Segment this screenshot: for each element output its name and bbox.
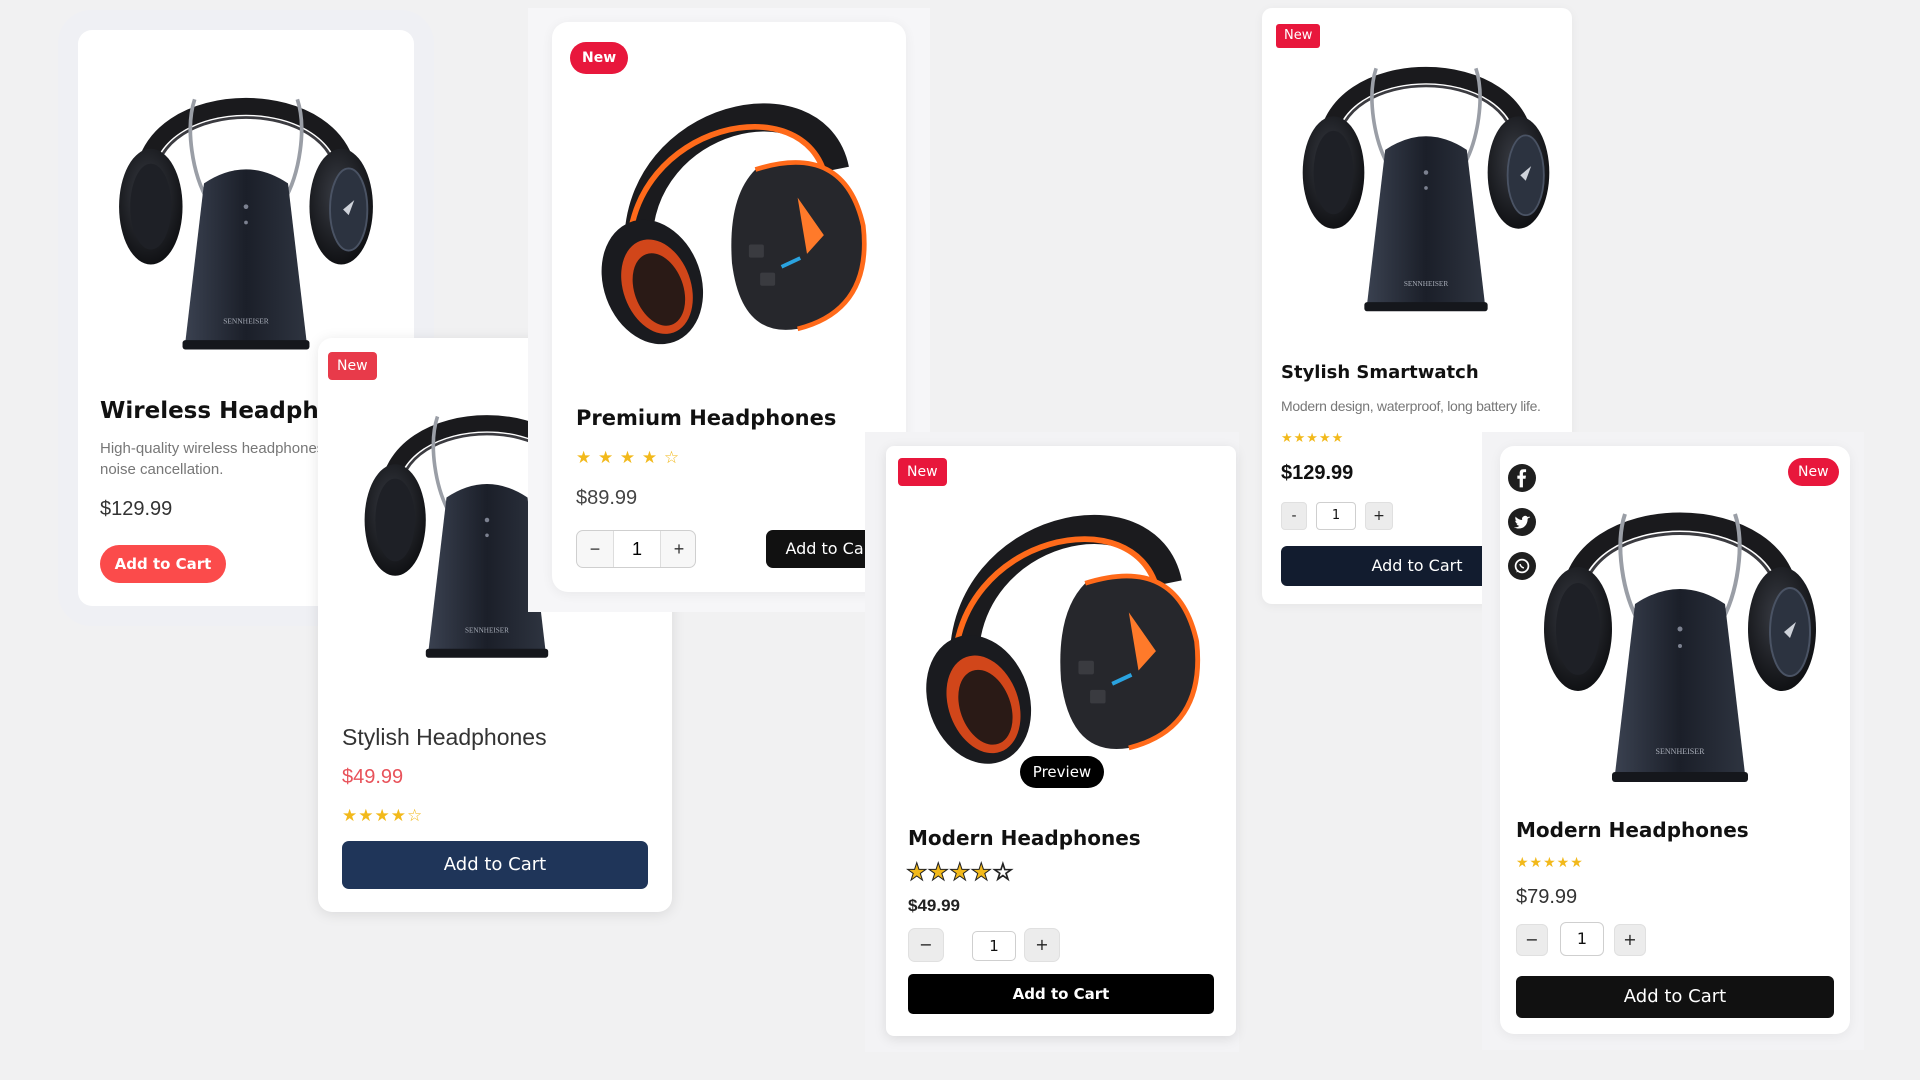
product-title: Modern Headphones xyxy=(1516,818,1749,842)
headphones-image xyxy=(1290,8,1562,328)
decrease-button[interactable]: - xyxy=(1281,502,1307,530)
add-to-cart-button[interactable]: Add to Cart xyxy=(342,841,648,889)
quantity-input[interactable]: 1 xyxy=(972,931,1016,961)
star-rating: ★★★★★ xyxy=(1281,430,1345,445)
product-price: $79.99 xyxy=(1516,886,1578,908)
new-badge: New xyxy=(570,42,629,74)
headphones-image xyxy=(1530,446,1830,802)
headphones-image xyxy=(906,452,1216,792)
new-badge: New xyxy=(898,458,947,486)
product-price: $129.99 xyxy=(1281,462,1354,484)
add-to-cart-button[interactable]: Add to Cart xyxy=(100,545,226,583)
product-description: Modern design, waterproof, long battery … xyxy=(1281,398,1541,414)
quantity-stepper: − 1 + xyxy=(576,530,696,568)
product-title: Stylish Headphones xyxy=(342,724,547,750)
new-badge: New xyxy=(328,352,377,380)
product-card-modern-2: New Modern Headphones ★★★★★ $79.99 − 1 +… xyxy=(1500,446,1850,1034)
preview-button[interactable]: Preview xyxy=(1020,756,1104,788)
star-rating: ★★★★★ xyxy=(1516,854,1584,870)
decrease-button[interactable]: − xyxy=(1516,924,1548,956)
star-rating: ★★★★☆ xyxy=(342,806,424,825)
headphones-image xyxy=(582,42,882,372)
product-price: $129.99 xyxy=(100,498,173,520)
new-badge: New xyxy=(1788,458,1839,486)
increase-button[interactable]: + xyxy=(661,531,697,567)
product-card-premium: New Premium Headphones ★ ★ ★ ★ ☆ $89.99 … xyxy=(552,22,906,592)
product-price: $49.99 xyxy=(342,766,404,788)
product-title: Modern Headphones xyxy=(908,826,1141,850)
whatsapp-icon[interactable] xyxy=(1508,552,1536,580)
decrease-button[interactable]: − xyxy=(908,928,944,962)
decrease-button[interactable]: − xyxy=(577,531,613,567)
increase-button[interactable]: + xyxy=(1614,924,1646,956)
star-rating: ★ ★ ★ ★ ☆ xyxy=(576,448,681,467)
headphones-image xyxy=(106,32,386,372)
quantity-input[interactable]: 1 xyxy=(1560,922,1604,956)
new-badge: New xyxy=(1276,24,1321,48)
star-rating: ★★★★☆ xyxy=(906,859,1015,887)
increase-button[interactable]: + xyxy=(1024,928,1060,962)
twitter-icon[interactable] xyxy=(1508,508,1536,536)
increase-button[interactable]: + xyxy=(1365,502,1393,530)
quantity-input[interactable]: 1 xyxy=(1316,502,1356,530)
product-price: $89.99 xyxy=(576,487,638,509)
product-price: $49.99 xyxy=(908,896,960,915)
product-title: Stylish Smartwatch xyxy=(1281,362,1479,383)
add-to-cart-button[interactable]: Add to Cart xyxy=(908,974,1214,1014)
facebook-icon[interactable] xyxy=(1508,464,1536,492)
add-to-cart-button[interactable]: Add to Cart xyxy=(1516,976,1834,1018)
product-title: Premium Headphones xyxy=(576,406,837,430)
product-card-modern-1: New Preview Modern Headphones ★★★★☆ $49.… xyxy=(886,446,1236,1036)
quantity-input[interactable]: 1 xyxy=(613,531,661,567)
